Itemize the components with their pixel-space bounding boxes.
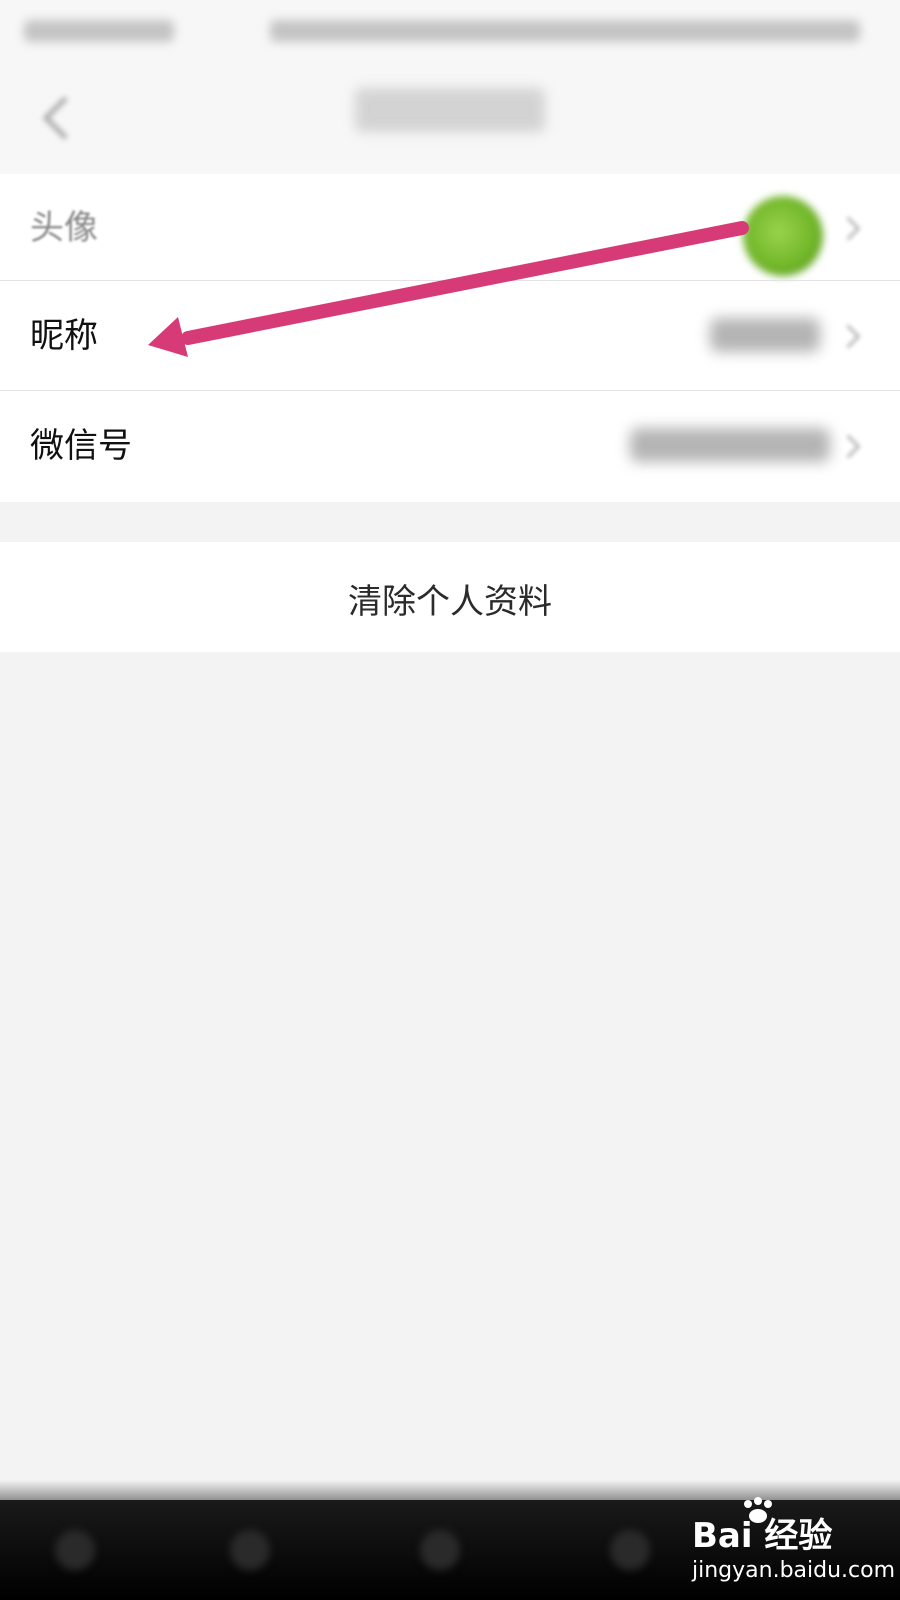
baidu-watermark: Bai 经验 jingyan.baidu.com [680,1497,895,1590]
watermark-url: jingyan.baidu.com [692,1558,896,1583]
nav-recents-icon[interactable] [420,1530,460,1570]
nav-menu-icon[interactable] [610,1530,650,1570]
chevron-right-icon [836,216,861,241]
status-bar [0,0,900,62]
chevron-right-icon [836,434,861,459]
nav-back-icon[interactable] [55,1530,95,1570]
clear-profile-label: 清除个人资料 [348,582,552,622]
chevron-right-icon [836,324,861,349]
avatar-label: 头像 [30,208,98,248]
profile-section: 头像 昵称 微信号 [0,174,900,502]
carrier-blur [24,20,174,42]
nickname-value-blur [710,318,820,352]
divider [0,390,900,391]
nickname-label: 昵称 [30,316,98,356]
status-icons-blur [270,20,860,42]
clear-profile-button[interactable]: 清除个人资料 [0,542,900,652]
page-title [0,88,900,142]
wechat-id-label: 微信号 [30,426,132,466]
nav-home-icon[interactable] [230,1530,270,1570]
watermark-brand: Bai 经验 [692,1516,833,1556]
wechat-id-value-blur [630,428,830,462]
nickname-row[interactable]: 昵称 [0,282,900,392]
header [0,62,900,174]
divider [0,280,900,281]
avatar [743,196,823,276]
wechat-id-row[interactable]: 微信号 [0,392,900,502]
avatar-row[interactable]: 头像 [0,174,900,284]
